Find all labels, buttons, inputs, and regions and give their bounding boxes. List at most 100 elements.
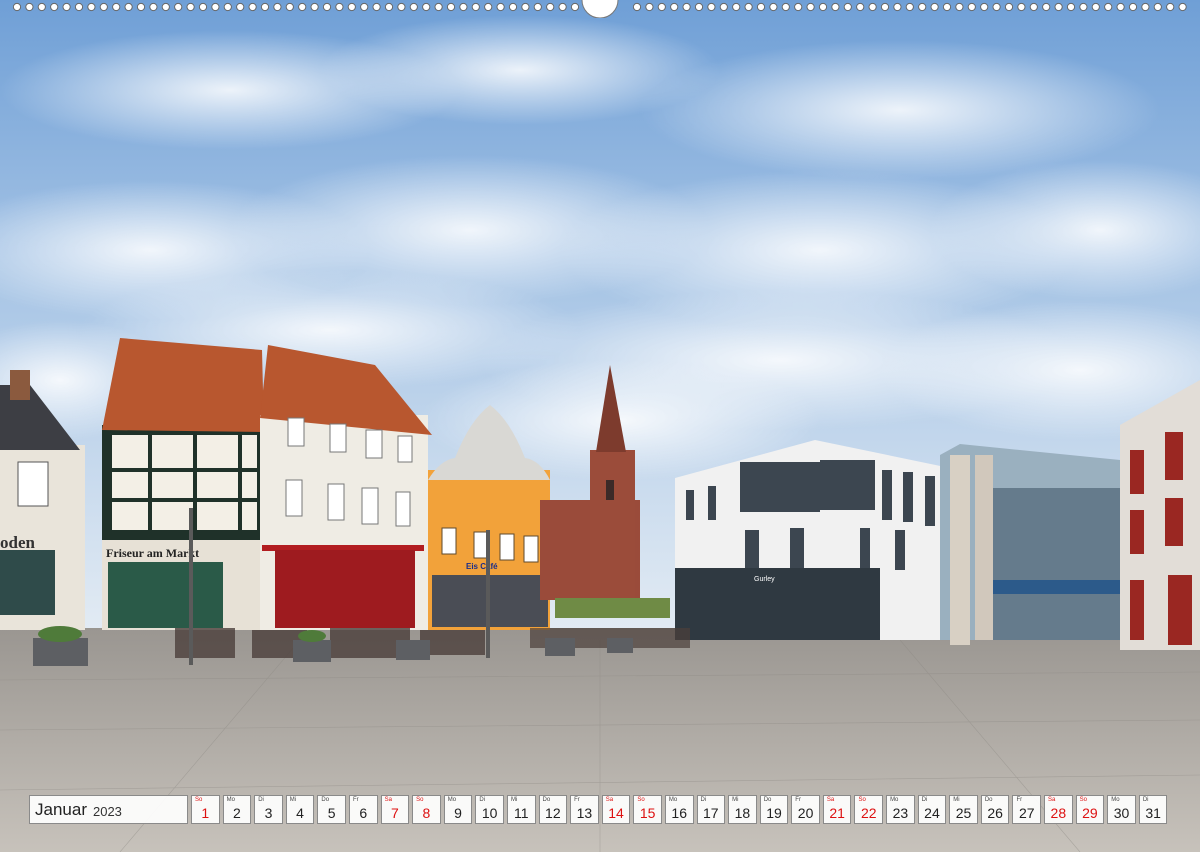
day-cell: Di 31 (1138, 795, 1168, 824)
binding-ring (670, 2, 679, 12)
day-cell: Sa 7 (380, 795, 410, 824)
modern-building: Gurley (675, 440, 950, 640)
weekday-label: Fr (352, 797, 359, 803)
day-cell: Sa 28 (1044, 795, 1073, 824)
weekday-label: Mo (447, 797, 457, 803)
weekday-label: Sa (1048, 797, 1056, 803)
binding-ring (223, 2, 232, 12)
weekday-label: Di (921, 797, 928, 803)
binding-ring (533, 2, 542, 12)
binding-ring (967, 2, 976, 12)
weekday-label: So (1079, 797, 1087, 803)
binding-ring (211, 2, 220, 12)
binding-ring (1017, 2, 1026, 12)
market-square-photo: oden Friseur am Markt Eis Café Gurley (0, 0, 1200, 852)
sign-oden: oden (0, 533, 36, 552)
sign-friseur: Friseur am Markt (106, 546, 199, 560)
binding-ring (446, 2, 456, 12)
binding-ring (484, 2, 493, 12)
binding-ring (682, 2, 691, 12)
binding-ring (880, 2, 890, 12)
day-number: 25 (955, 805, 972, 821)
binding-ring (546, 2, 555, 12)
day-cell: Di 10 (475, 795, 504, 824)
day-cell: Do 12 (538, 795, 568, 824)
binding-ring (50, 2, 59, 12)
binding-ring (99, 2, 108, 12)
day-cell: Mo 9 (443, 795, 473, 824)
sign-gurley: Gurley (754, 576, 775, 583)
binding-ring (37, 2, 46, 12)
day-number: 31 (1145, 805, 1161, 821)
binding-ring (1079, 2, 1088, 12)
binding-ring (570, 2, 580, 12)
weekday-label: Mo (1111, 797, 1120, 803)
binding-ring (409, 2, 418, 12)
binding-ring (1104, 2, 1113, 12)
binding-ring (62, 2, 71, 12)
binding-ring (1166, 2, 1175, 12)
binding-ring (360, 2, 369, 12)
day-cell: Sa 21 (822, 795, 852, 824)
binding-ring (508, 2, 518, 12)
day-cell: Mo 30 (1107, 795, 1136, 824)
month-name: Januar (35, 799, 87, 819)
day-number: 2 (232, 805, 241, 821)
binding-ring (422, 2, 431, 12)
binding-hanger-icon (581, 0, 619, 18)
day-cell: Di 24 (917, 795, 947, 824)
binding-ring (149, 2, 158, 12)
binding-ring (459, 2, 468, 12)
day-number: 4 (296, 805, 304, 821)
binding-ring (384, 2, 394, 12)
weekday-label: Fr (795, 797, 801, 803)
weekday-label: Mi (289, 797, 297, 803)
binding-ring (161, 2, 170, 12)
day-cell: Mi 4 (285, 795, 315, 824)
day-number: 5 (327, 805, 336, 821)
binding-ring (942, 2, 952, 12)
binding-ring (1042, 2, 1051, 12)
weekday-label: Fr (1016, 797, 1023, 803)
binding-ring (25, 2, 34, 12)
month-year: 2023 (92, 803, 122, 819)
binding-ring (1128, 2, 1138, 12)
binding-ring (831, 2, 840, 12)
weekday-label: Sa (384, 797, 392, 803)
binding-ring (298, 2, 307, 12)
binding-ring (918, 2, 927, 12)
weekday-label: Do (542, 797, 551, 803)
binding-ring (893, 2, 902, 12)
lamp-post (486, 530, 490, 658)
binding-ring (955, 2, 964, 12)
day-cell: Mi 11 (506, 795, 536, 824)
binding-ring (322, 2, 332, 12)
day-cell: So 22 (854, 795, 884, 824)
day-number: 16 (671, 805, 687, 821)
day-cell: Do 5 (317, 795, 346, 824)
day-cell: Mi 18 (728, 795, 757, 824)
binding-ring (521, 2, 530, 12)
weekday-label: So (195, 797, 203, 803)
weekday-label: Mi (732, 797, 739, 803)
day-cell: Mi 25 (949, 795, 978, 824)
weekday-label: So (416, 797, 424, 803)
binding-ring (1054, 2, 1063, 12)
binding-ring (707, 2, 716, 12)
day-number: 19 (766, 805, 782, 821)
binding-ring (930, 2, 939, 12)
day-number: 29 (1082, 805, 1098, 821)
day-number: 1 (201, 805, 210, 821)
day-cell: Fr 6 (348, 795, 378, 824)
binding-ring (781, 2, 790, 12)
day-number: 28 (1050, 805, 1067, 821)
day-number: 24 (924, 805, 940, 821)
day-cell: So 8 (412, 795, 441, 824)
day-cell: Di 17 (696, 795, 726, 824)
binding-ring (1153, 2, 1162, 12)
binding-ring (732, 2, 741, 12)
binding-ring (1066, 2, 1076, 12)
day-cell: Do 26 (980, 795, 1010, 824)
binding-ring (980, 2, 989, 12)
binding-ring (310, 2, 319, 12)
